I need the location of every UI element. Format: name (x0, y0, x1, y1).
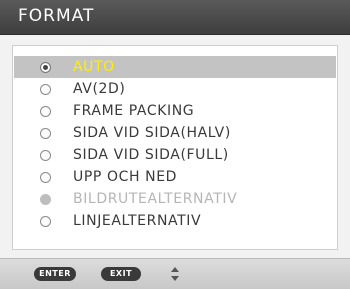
option-auto[interactable]: AUTO (14, 56, 336, 78)
radio-button-icon[interactable] (40, 105, 51, 117)
option-label: SIDA VID SIDA(HALV) (73, 125, 231, 141)
menu-title: FORMAT (18, 6, 95, 26)
option-side-by-side-half[interactable]: SIDA VID SIDA(HALV) (14, 122, 336, 144)
option-frame-packing[interactable]: FRAME PACKING (14, 100, 336, 122)
title-bar: FORMAT (0, 0, 350, 35)
option-frame-alternative: BILDRUTEALTERNATIV (14, 188, 336, 210)
option-label: LINJEALTERNATIV (73, 213, 202, 229)
format-option-list: AUTO AV(2D) FRAME PACKING SIDA VID SIDA(… (12, 45, 338, 250)
option-side-by-side-full[interactable]: SIDA VID SIDA(FULL) (14, 144, 336, 166)
radio-button-icon (40, 193, 51, 205)
option-label: AV(2D) (73, 81, 126, 97)
exit-key-hint: EXIT (101, 267, 141, 281)
radio-button-icon[interactable] (40, 83, 51, 95)
option-av-2d[interactable]: AV(2D) (14, 78, 336, 100)
option-label: SIDA VID SIDA(FULL) (73, 147, 229, 163)
menu-panel: AUTO AV(2D) FRAME PACKING SIDA VID SIDA(… (0, 35, 350, 258)
option-label: AUTO (73, 59, 115, 75)
enter-key-hint: ENTER (34, 267, 76, 281)
radio-button-icon[interactable] (40, 171, 51, 183)
radio-button-icon[interactable] (40, 127, 51, 139)
option-label: UPP OCH NED (73, 169, 178, 185)
radio-button-icon[interactable] (40, 61, 51, 73)
option-list: AUTO AV(2D) FRAME PACKING SIDA VID SIDA(… (14, 56, 336, 232)
option-label: BILDRUTEALTERNATIV (73, 191, 238, 207)
up-down-arrows-icon (171, 267, 179, 281)
option-label: FRAME PACKING (73, 103, 195, 119)
radio-button-icon[interactable] (40, 215, 51, 227)
option-line-alternative[interactable]: LINJEALTERNATIV (14, 210, 336, 232)
key-guide-bar: ENTER EXIT (0, 258, 350, 289)
option-top-and-bottom[interactable]: UPP OCH NED (14, 166, 336, 188)
radio-button-icon[interactable] (40, 149, 51, 161)
